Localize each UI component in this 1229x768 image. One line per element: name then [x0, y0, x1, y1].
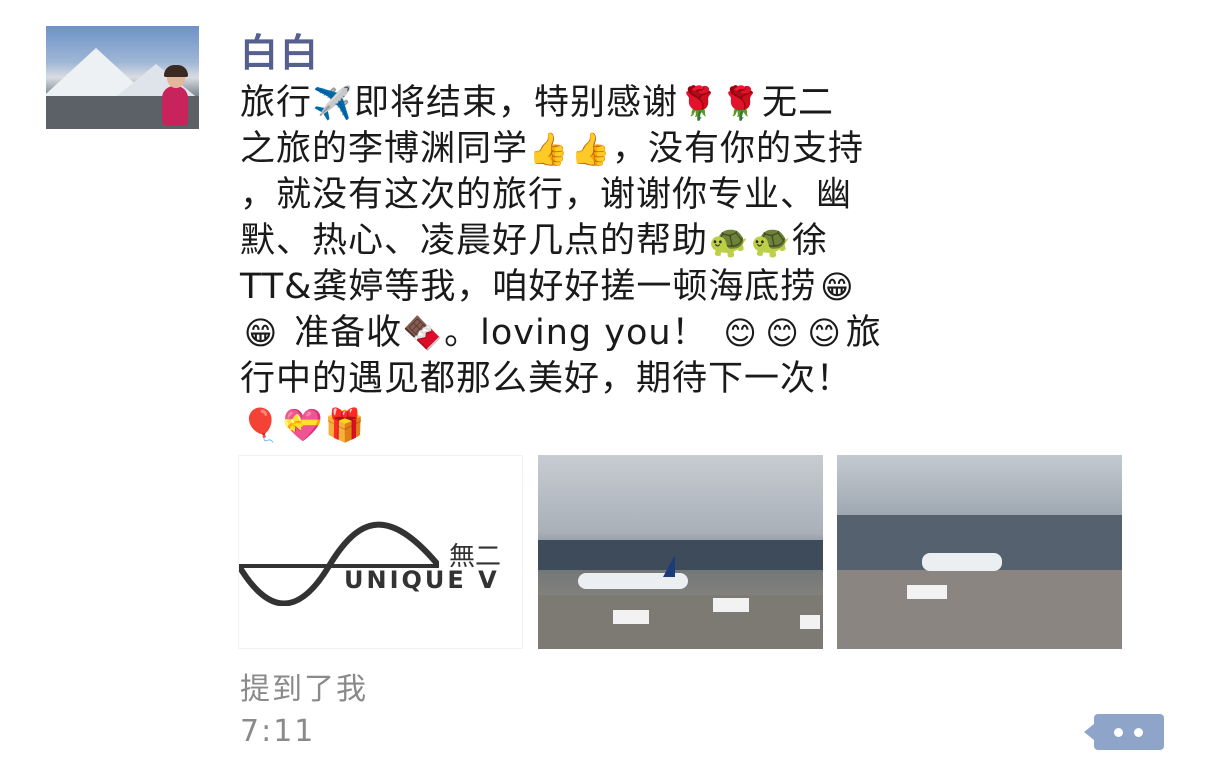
post-text-segment: 行中的遇见都那么美好，期待下一次！ [240, 359, 853, 399]
emoji-icon: 😊 [765, 314, 800, 352]
post-text-line: 🎈💝🎁 [240, 402, 1185, 448]
emoji-icon: 🍫 [402, 314, 444, 352]
post-text-line: 之旅的李博渊同学👍👍，没有你的支持 [240, 126, 1185, 172]
emoji-icon: 👍 [570, 130, 612, 168]
emoji-icon: 😁 [820, 268, 855, 306]
post-text-segment: 之旅的李博渊同学 [240, 129, 529, 169]
comment-dot-icon [1114, 728, 1123, 737]
post-text-segment: ，就没有这次的旅行，谢谢你专业、幽 [240, 175, 853, 215]
vehicle [800, 615, 820, 629]
image-thumbnail-logo[interactable]: 無二 UNIQUE V [238, 455, 523, 649]
post-text-segment: 无二 [762, 83, 835, 123]
avatar-person [162, 86, 188, 126]
post-text-line: TT&龚婷等我，咱好好搓一顿海底捞 😁 [240, 264, 1185, 310]
image-thumbnail-airport-2[interactable] [837, 455, 1122, 649]
emoji-icon: 🌹 [678, 84, 720, 122]
comment-button[interactable] [1084, 714, 1164, 750]
username[interactable]: 白白 [240, 22, 320, 77]
post-timestamp: 7:11 [240, 714, 316, 749]
emoji-icon: 💝 [282, 406, 324, 444]
post-text-line: ，就没有这次的旅行，谢谢你专业、幽 [240, 172, 1185, 218]
airplane-tail [663, 555, 675, 577]
post-text-segment: ，没有你的支持 [612, 129, 865, 169]
tarmac [538, 595, 823, 649]
emoji-icon: ✈️ [312, 84, 354, 122]
emoji-icon: 😁 [243, 314, 279, 352]
terminal-building [538, 540, 823, 570]
post-text-segment: 即将结束，特别感谢 [354, 83, 679, 123]
emoji-icon: 🐢 [750, 222, 792, 260]
logo-english-text: UNIQUE V [344, 566, 500, 594]
emoji-icon: 🌹 [720, 84, 762, 122]
avatar[interactable] [46, 26, 199, 129]
avatar-hair [164, 65, 188, 77]
post-text-line: 行中的遇见都那么美好，期待下一次！ [240, 356, 1185, 402]
vehicle [613, 610, 649, 624]
vehicle [907, 585, 947, 599]
emoji-icon: 🐢 [708, 222, 750, 260]
post-text-segment: 准备收 [282, 313, 403, 353]
emoji-icon: 🎁 [324, 406, 366, 444]
post-text-segment: 默、热心、凌晨好几点的帮助 [240, 221, 709, 261]
emoji-icon: 😊 [723, 314, 758, 352]
comment-pointer [1084, 724, 1094, 740]
post-text-segment: 旅行 [240, 83, 313, 123]
vehicle [713, 598, 749, 612]
emoji-icon: 👍 [528, 130, 570, 168]
airplane [922, 553, 1002, 571]
post-text-segment: 。loving you！ [444, 313, 720, 353]
image-thumbnail-airport-1[interactable] [538, 455, 823, 649]
comment-dot-icon [1134, 728, 1143, 737]
emoji-icon: 😊 [807, 314, 842, 352]
post-text-segment: 旅 [845, 313, 882, 353]
emoji-icon: 🎈 [240, 406, 282, 444]
post-text-segment: TT&龚婷等我，咱好好搓一顿海底捞 [240, 267, 817, 307]
mentioned-me-text[interactable]: 提到了我 [240, 664, 368, 708]
post-text-segment: 徐 [792, 221, 829, 261]
post-text-line: 默、热心、凌晨好几点的帮助🐢🐢徐 [240, 218, 1185, 264]
post-text: 旅行✈️即将结束，特别感谢🌹🌹无二 之旅的李博渊同学👍👍，没有你的支持 ，就没有这次… [240, 80, 1185, 448]
tarmac [837, 570, 1122, 649]
post-text-line: 旅行✈️即将结束，特别感谢🌹🌹无二 [240, 80, 1185, 126]
post-text-line: 😁 准备收🍫。loving you！ 😊 😊 😊 旅 [240, 310, 1185, 356]
